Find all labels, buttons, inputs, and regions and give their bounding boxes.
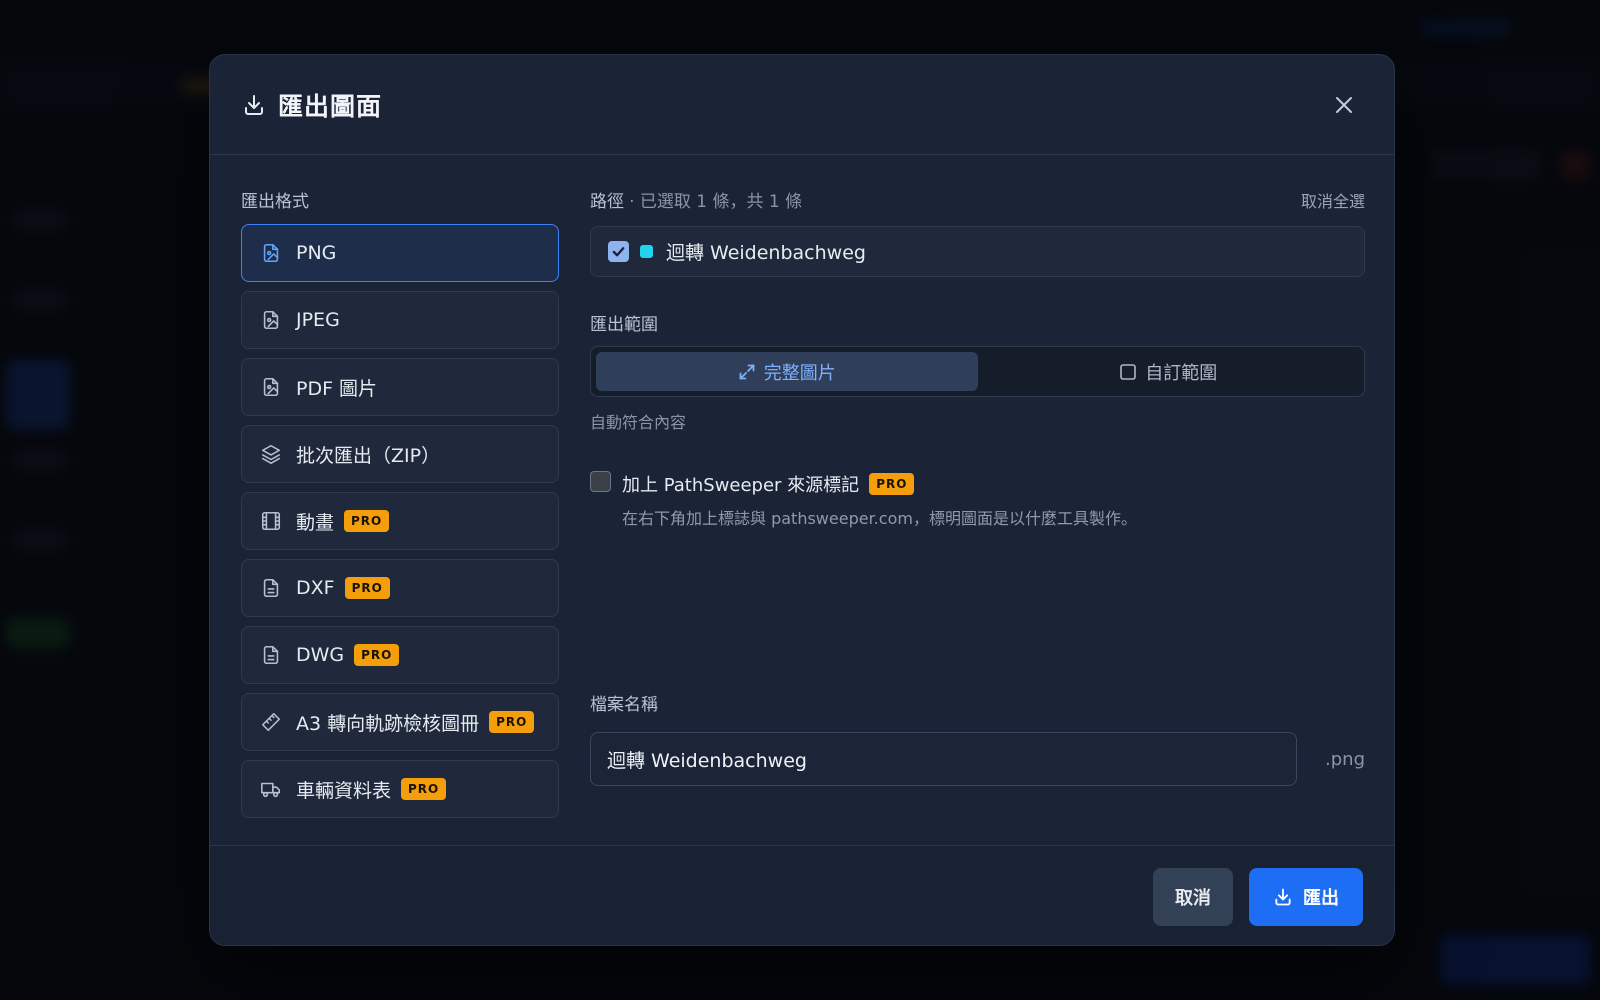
path-selection-summary: · 已選取 1 條，共 1 條 xyxy=(629,192,803,212)
range-hint: 自動符合內容 xyxy=(590,413,687,432)
path-header: 路徑 · 已選取 1 條，共 1 條 取消全選 xyxy=(590,187,1365,212)
layers-icon xyxy=(260,443,282,465)
format-option[interactable]: 批次匯出（ZIP） xyxy=(241,425,559,483)
document-icon xyxy=(260,644,282,666)
filename-extension: .png xyxy=(1325,749,1365,770)
format-option[interactable]: JPEG xyxy=(241,291,559,349)
image-file-icon xyxy=(260,242,282,264)
watermark-description: 在右下角加上標誌與 pathsweeper.com，標明圖面是以什麼工具製作。 xyxy=(622,509,1137,528)
film-icon xyxy=(260,510,282,532)
watermark-checkbox[interactable] xyxy=(590,471,611,492)
export-button[interactable]: 匯出 xyxy=(1249,868,1363,926)
pro-badge: PRO xyxy=(354,644,400,666)
image-file-icon xyxy=(260,376,282,398)
format-option-label: PNG xyxy=(296,242,337,264)
format-option[interactable]: DXF PRO xyxy=(241,559,559,617)
path-item[interactable]: 迴轉 Weidenbachweg xyxy=(590,226,1365,277)
format-option-label: 車輛資料表 xyxy=(296,779,392,802)
range-selector: 完整圖片 自訂範圍 xyxy=(590,346,1365,397)
watermark-label: 加上 PathSweeper 來源標記 xyxy=(622,475,860,496)
format-section-label: 匯出格式 xyxy=(241,192,309,212)
format-option-label: A3 轉向軌跡檢核圖冊 xyxy=(296,712,480,735)
image-file-icon xyxy=(260,309,282,331)
document-icon xyxy=(260,577,282,599)
filename-label: 檔案名稱 xyxy=(590,695,658,715)
format-option[interactable]: DWG PRO xyxy=(241,626,559,684)
download-icon xyxy=(1273,887,1293,907)
format-option-label: JPEG xyxy=(296,309,340,331)
watermark-option: 加上 PathSweeper 來源標記 PRO 在右下角加上標誌與 pathsw… xyxy=(590,471,1365,529)
deselect-all-link[interactable]: 取消全選 xyxy=(1301,188,1365,212)
range-option-custom-label: 自訂範圍 xyxy=(1145,362,1218,384)
options-panel: 路徑 · 已選取 1 條，共 1 條 取消全選 迴轉 Weidenbachweg… xyxy=(590,187,1365,847)
download-icon xyxy=(242,93,266,117)
format-option[interactable]: PNG xyxy=(241,224,559,282)
checkmark-icon xyxy=(612,247,625,257)
format-list: PNG JPEG PDF 圖片 批次匯出（ZIP） 動畫 PRO DXF PRO DWG PRO A… xyxy=(241,224,559,818)
format-option[interactable]: PDF 圖片 xyxy=(241,358,559,416)
dialog-title: 匯出圖面 xyxy=(278,91,383,121)
path-color-swatch xyxy=(640,245,653,258)
range-option-custom[interactable]: 自訂範圍 xyxy=(978,352,1360,391)
format-option[interactable]: 動畫 PRO xyxy=(241,492,559,550)
expand-icon xyxy=(738,363,756,381)
format-option[interactable]: 車輛資料表 PRO xyxy=(241,760,559,818)
close-icon xyxy=(1336,97,1352,113)
range-section-label: 匯出範圍 xyxy=(590,315,658,335)
pro-badge: PRO xyxy=(344,577,390,599)
path-section-label: 路徑 xyxy=(590,192,624,212)
export-button-label: 匯出 xyxy=(1303,888,1339,909)
range-option-full-label: 完整圖片 xyxy=(763,362,836,384)
dialog-footer: 取消 匯出 xyxy=(210,845,1394,945)
cancel-button[interactable]: 取消 xyxy=(1153,868,1233,926)
filename-input[interactable] xyxy=(590,732,1297,786)
format-option-label: DWG xyxy=(296,644,345,666)
dialog-body: 匯出格式 PNG JPEG PDF 圖片 批次匯出（ZIP） 動畫 PRO DXF PRO DW… xyxy=(210,155,1394,847)
pro-badge: PRO xyxy=(401,778,447,800)
close-button[interactable] xyxy=(1330,91,1358,119)
ruler-icon xyxy=(260,711,282,733)
path-checkbox[interactable] xyxy=(608,241,629,262)
dialog-header: 匯出圖面 xyxy=(210,55,1394,155)
format-panel: 匯出格式 PNG JPEG PDF 圖片 批次匯出（ZIP） 動畫 PRO DXF PRO DW… xyxy=(241,187,559,827)
export-dialog: 匯出圖面 匯出格式 PNG JPEG PDF 圖片 批次匯出（ZIP） 動畫 PRO DXF… xyxy=(209,54,1395,946)
format-option-label: 批次匯出（ZIP） xyxy=(296,444,441,467)
square-icon xyxy=(1119,363,1137,381)
format-option-label: DXF xyxy=(296,577,335,599)
pro-badge: PRO xyxy=(489,711,535,733)
range-option-full[interactable]: 完整圖片 xyxy=(596,352,978,391)
format-option[interactable]: A3 轉向軌跡檢核圖冊 PRO xyxy=(241,693,559,751)
pro-badge: PRO xyxy=(344,510,390,532)
truck-icon xyxy=(260,778,282,800)
path-name: 迴轉 Weidenbachweg xyxy=(666,242,866,264)
format-option-label: 動畫 xyxy=(296,511,335,534)
format-option-label: PDF 圖片 xyxy=(296,377,378,400)
pro-badge: PRO xyxy=(869,473,915,495)
